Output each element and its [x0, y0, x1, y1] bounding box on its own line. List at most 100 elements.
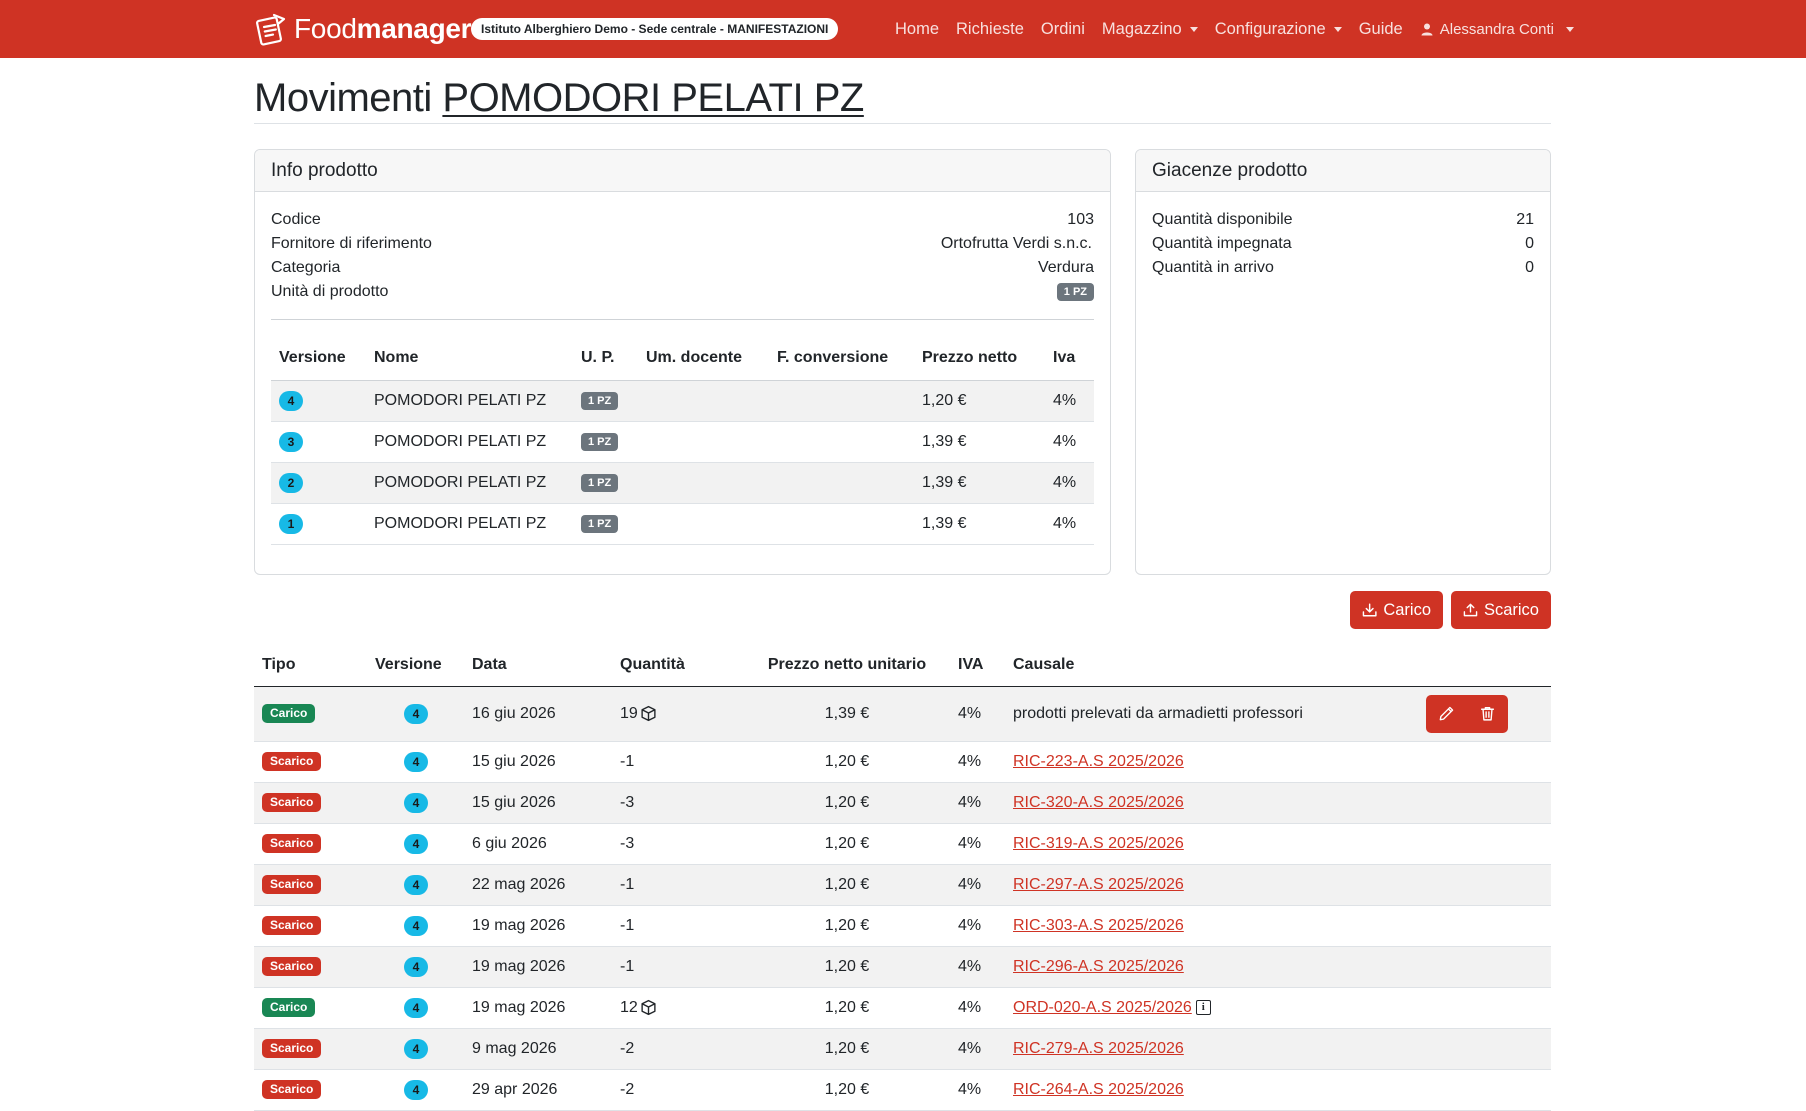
brand-logo[interactable]: Foodmanager [254, 12, 472, 46]
quantity-value: -2 [620, 1040, 634, 1058]
scarico-label: Scarico [1483, 600, 1539, 619]
actions-cell [1418, 1028, 1551, 1070]
delete-button[interactable] [1467, 694, 1508, 733]
version-up-cell: 1 PZ [573, 503, 638, 545]
version-row: 4 POMODORI PELATI PZ 1 PZ 1,20 €4% [271, 380, 1094, 422]
quantity-number: -1 [620, 916, 635, 934]
causale-link[interactable]: RIC-264-A.S 2025/2026 [1013, 1081, 1184, 1098]
user-menu-dropdown[interactable]: Alessandra Conti [1420, 21, 1574, 38]
quantity-value: -1 [620, 876, 634, 894]
version-up-cell: 1 PZ [573, 380, 638, 422]
quantity-number: 19 [620, 704, 638, 722]
version-iva: 4% [1045, 380, 1094, 422]
unit-badge: 1 PZ [581, 392, 619, 410]
carico-button[interactable]: Carico [1350, 591, 1443, 629]
tipo-cell: Scarico [254, 864, 367, 906]
quantity-number: -2 [620, 1080, 635, 1098]
info-value: Ortofrutta Verdi s.n.c. [940, 235, 1092, 252]
version-badge: 4 [404, 874, 428, 895]
causale-link[interactable]: RIC-223-A.S 2025/2026 [1013, 753, 1184, 770]
actions-cell [1418, 987, 1551, 1029]
quantity-cell: 19 [612, 686, 744, 742]
quantity-value: 19 [620, 705, 657, 723]
tipo-badge: Scarico [262, 916, 322, 935]
actions-cell [1418, 782, 1551, 824]
quantity-number: -3 [620, 834, 635, 852]
edit-button[interactable] [1426, 694, 1467, 733]
causale-cell: RIC-279-A.S 2025/2026 [1005, 1028, 1418, 1070]
quantity-cell: -1 [612, 741, 744, 783]
scarico-button[interactable]: Scarico [1451, 591, 1551, 629]
page-title: Movimenti POMODORI PELATI PZ [254, 76, 864, 121]
tipo-badge: Scarico [262, 1080, 322, 1099]
stock-row-impegnata: Quantità impegnata 0 [1152, 232, 1534, 256]
quantity-value: -1 [620, 753, 634, 771]
causale-link[interactable]: RIC-303-A.S 2025/2026 [1013, 917, 1184, 934]
version-price: 1,20 € [914, 380, 1045, 422]
version-um [638, 503, 769, 545]
box-icon [641, 999, 656, 1016]
organization-badge: Istituto Alberghiero Demo - Sede central… [471, 18, 839, 40]
nav-home[interactable]: Home [895, 20, 939, 39]
col-header: Nome [366, 336, 573, 381]
quantity-cell: -2 [612, 1028, 744, 1070]
divider [271, 319, 1094, 320]
stock-row-in-arrivo: Quantità in arrivo 0 [1152, 256, 1534, 280]
causale-link[interactable]: RIC-320-A.S 2025/2026 [1013, 794, 1184, 811]
info-icon[interactable]: i [1195, 999, 1211, 1015]
version-badge: 4 [404, 792, 428, 813]
version-name: POMODORI PELATI PZ [366, 503, 573, 545]
nav-magazzino-dropdown[interactable]: Magazzino [1102, 20, 1198, 39]
causale-link[interactable]: ORD-020-A.S 2025/2026 [1013, 999, 1192, 1016]
date-cell: 19 mag 2026 [464, 946, 612, 988]
col-header: Quantità [612, 645, 744, 687]
version-badge: 4 [404, 1038, 428, 1059]
movement-row: Scarico 4 9 mag 2026 -2 1,20 €4% RIC-279-A.S … [254, 1028, 1551, 1070]
tipo-badge: Scarico [262, 957, 322, 976]
unit-badge: 1 PZ [581, 474, 619, 492]
date-cell: 6 giu 2026 [464, 823, 612, 865]
version-cell: 4 [271, 380, 366, 422]
date-cell: 19 mag 2026 [464, 987, 612, 1029]
box-icon [641, 705, 656, 722]
actions-cell [1418, 905, 1551, 947]
navbar: Foodmanager Istituto Alberghiero Demo - … [0, 0, 1806, 58]
price-cell: 1,20 € [744, 864, 950, 906]
causale-link[interactable]: RIC-279-A.S 2025/2026 [1013, 1040, 1184, 1057]
unit-badge: 1 PZ [1056, 283, 1094, 301]
nav-richieste[interactable]: Richieste [956, 20, 1024, 39]
nav-ordini[interactable]: Ordini [1041, 20, 1085, 39]
price-cell: 1,20 € [744, 946, 950, 988]
tipo-cell: Carico [254, 987, 367, 1029]
version-cell: 4 [367, 946, 464, 988]
version-iva: 4% [1045, 421, 1094, 463]
nav-guide[interactable]: Guide [1359, 20, 1403, 39]
product-link[interactable]: POMODORI PELATI PZ [442, 76, 864, 120]
causale-link[interactable]: RIC-319-A.S 2025/2026 [1013, 835, 1184, 852]
chevron-down-icon [1565, 26, 1574, 32]
nav-configurazione-dropdown[interactable]: Configurazione [1215, 20, 1342, 39]
actions-cell [1418, 741, 1551, 783]
price-cell: 1,20 € [744, 782, 950, 824]
version-badge: 4 [404, 751, 428, 772]
tipo-cell: Scarico [254, 782, 367, 824]
version-cell: 3 [271, 421, 366, 463]
quantity-number: -1 [620, 875, 635, 893]
price-cell: 1,20 € [744, 905, 950, 947]
price-cell: 1,20 € [744, 1069, 950, 1111]
stock-row-disponibile: Quantità disponibile 21 [1152, 208, 1534, 232]
price-cell: 1,39 € [744, 686, 950, 742]
versions-table: Versione Nome U. P. Um. docente F. conve… [271, 336, 1094, 545]
quantity-value: -1 [620, 917, 634, 935]
version-cell: 4 [367, 1028, 464, 1070]
quantity-cell: -3 [612, 823, 744, 865]
price-cell: 1,20 € [744, 1028, 950, 1070]
causale-link[interactable]: RIC-297-A.S 2025/2026 [1013, 876, 1184, 893]
brand-name: Foodmanager [294, 13, 472, 44]
movement-row: Carico 4 16 giu 2026 19 1,39 €4% prodotti pre… [254, 686, 1551, 742]
version-name: POMODORI PELATI PZ [366, 380, 573, 422]
causale-link[interactable]: RIC-296-A.S 2025/2026 [1013, 958, 1184, 975]
causale-cell: RIC-223-A.S 2025/2026 [1005, 741, 1418, 783]
col-header: Prezzo netto [914, 336, 1045, 381]
tipo-badge: Carico [262, 998, 316, 1017]
